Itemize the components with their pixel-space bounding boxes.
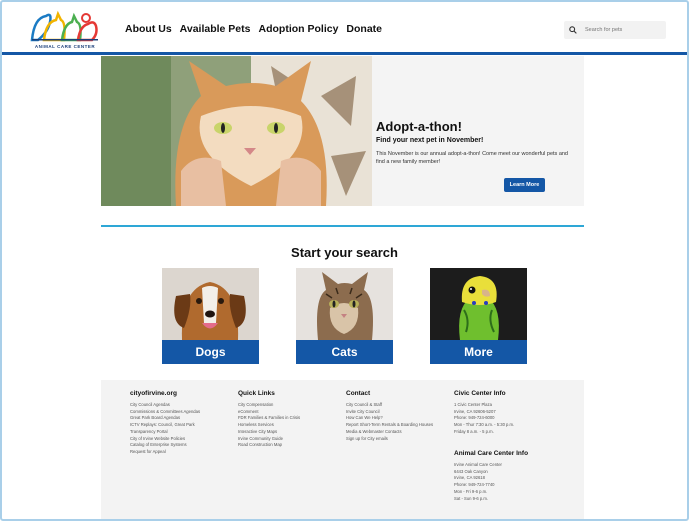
hero-banner: Adopt-a-thon! Find your next pet in Nove…	[101, 56, 584, 206]
learn-more-button[interactable]: Learn More	[504, 178, 545, 192]
footer-info-line: Friday 8 a.m. - 5 p.m.	[454, 428, 494, 434]
header-accent-bar	[2, 52, 687, 55]
start-search-heading: Start your search	[291, 245, 398, 260]
footer-link[interactable]: ICTV Replays: Council, Great Park	[130, 422, 200, 429]
nav-available-pets[interactable]: Available Pets	[180, 23, 251, 35]
footer-col-civic-center: Civic Center Info 1 Civic Center Plaza I…	[454, 390, 514, 436]
main-nav: About Us Available Pets Adoption Policy …	[125, 23, 382, 35]
footer-info-line: Irvine Animal Care Center	[454, 462, 502, 467]
footer-links: City Compensation eComment FDR Families …	[238, 402, 300, 449]
nav-donate[interactable]: Donate	[346, 23, 382, 35]
search-icon	[569, 26, 583, 34]
footer-link[interactable]: City Council & Staff	[346, 402, 433, 409]
search-box[interactable]	[564, 21, 666, 39]
animal-care-center-logo[interactable]: ANIMAL CARE CENTER	[28, 8, 102, 50]
nav-about-us[interactable]: About Us	[125, 23, 172, 35]
logo-text: ANIMAL CARE CENTER	[34, 44, 96, 49]
hero-cat-image	[101, 56, 372, 206]
footer-info-line: Phone: 949-724-7740	[454, 482, 495, 488]
cat-image	[296, 268, 393, 340]
footer-info-line: Irvine, CA 92606-5207	[454, 408, 496, 414]
site-footer: cityofirvine.org City Council Agendas Co…	[101, 380, 584, 521]
footer-link[interactable]: City of Irvine Website Policies	[130, 436, 200, 443]
footer-links: City Council & Staff Invite City Council…	[346, 402, 433, 442]
footer-link[interactable]: Sign up for City emails	[346, 436, 433, 443]
hero-subtitle: Find your next pet in November!	[376, 137, 484, 144]
footer-col-animal-care: Animal Care Center Info Irvine Animal Ca…	[454, 450, 528, 502]
footer-info-line: Irvine, CA 92618	[454, 475, 485, 481]
footer-link[interactable]: Report Short-Term Rentals & Boarding Hou…	[346, 422, 433, 429]
logo-graphic	[30, 10, 98, 42]
footer-info-line: 6443 Oak Canyon	[454, 468, 488, 474]
parakeet-image	[430, 268, 527, 340]
footer-info: 1 Civic Center Plaza Irvine, CA 92606-52…	[454, 402, 514, 436]
card-more-label: More	[430, 340, 527, 364]
footer-col-title[interactable]: cityofirvine.org	[130, 390, 200, 397]
footer-col-quick-links: Quick Links City Compensation eComment F…	[238, 390, 300, 449]
footer-link[interactable]: Commissions & Committees Agendas	[130, 409, 200, 416]
footer-col-title: Animal Care Center Info	[454, 450, 529, 457]
footer-col-cityofirvine: cityofirvine.org City Council Agendas Co…	[130, 390, 200, 456]
footer-link[interactable]: City Council Agendas	[130, 402, 200, 409]
footer-link[interactable]: Road Construction Map	[238, 442, 300, 449]
footer-col-title: Contact	[346, 390, 371, 397]
footer-link[interactable]: eComment	[238, 409, 300, 416]
footer-link[interactable]: Invite City Council	[346, 409, 433, 416]
footer-link[interactable]: Interactive City Maps	[238, 429, 300, 436]
footer-link[interactable]: Great Park Board Agendas	[130, 415, 200, 422]
card-cats-label: Cats	[296, 340, 393, 364]
card-dogs[interactable]: Dogs	[162, 268, 259, 364]
card-dogs-label: Dogs	[162, 340, 259, 364]
hero-text: Adopt-a-thon! Find your next pet in Nove…	[376, 119, 576, 166]
footer-link[interactable]: Irvine Community Guide	[238, 436, 300, 443]
nav-adoption-policy[interactable]: Adoption Policy	[259, 23, 339, 35]
footer-info-line: Mon - Thur 7:30 a.m. - 5:30 p.m.	[454, 422, 515, 428]
footer-info: Irvine Animal Care Center 6443 Oak Canyo…	[454, 462, 528, 502]
hero-title: Adopt-a-thon!	[376, 119, 462, 134]
footer-col-title: Quick Links	[238, 390, 275, 397]
card-cats[interactable]: Cats	[296, 268, 393, 364]
footer-info-line: Phone: 949-724-6000	[454, 415, 495, 421]
search-input[interactable]	[585, 27, 665, 33]
footer-info-line: 1 Civic Center Plaza	[454, 402, 492, 407]
footer-link[interactable]: Catalog of Enterprise Systems	[130, 442, 200, 449]
footer-link[interactable]: How Can We Help?	[346, 415, 433, 422]
footer-link[interactable]: Homeless Services	[238, 422, 300, 429]
footer-link[interactable]: FDR Families & Families in Crisis	[238, 415, 300, 422]
footer-info-line: Mon - Fri 9-6 p.m.	[454, 488, 488, 494]
footer-link[interactable]: Request for Appeal	[130, 449, 200, 456]
footer-link[interactable]: Media & Webmaster Contacts	[346, 429, 433, 436]
hero-description: This November is our annual adopt-a-thon…	[376, 151, 568, 165]
footer-info-line: Sat - Sun 9-6 p.m.	[454, 495, 488, 501]
footer-link[interactable]: City Compensation	[238, 402, 300, 409]
dog-image	[162, 268, 259, 340]
site-header: ANIMAL CARE CENTER About Us Available Pe…	[2, 2, 687, 52]
footer-col-contact: Contact City Council & Staff Invite City…	[346, 390, 433, 442]
section-divider	[101, 225, 584, 227]
footer-links: City Council Agendas Commissions & Commi…	[130, 402, 200, 456]
footer-link[interactable]: Transparency Portal	[130, 429, 200, 436]
card-more[interactable]: More	[430, 268, 527, 364]
footer-col-title: Civic Center Info	[454, 390, 506, 397]
